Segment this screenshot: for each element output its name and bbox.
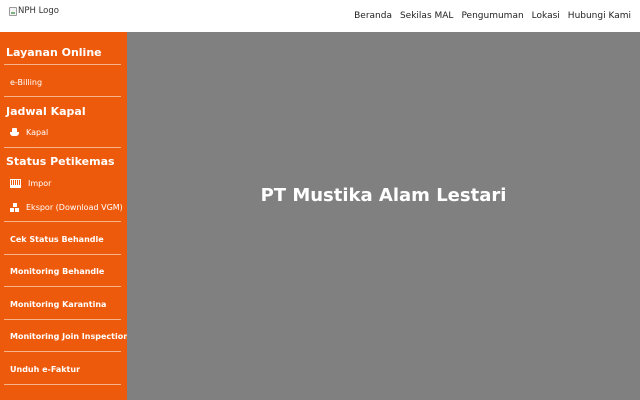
- logo-alt-text: NPH Logo: [18, 6, 59, 16]
- divider: [4, 286, 121, 287]
- divider: [4, 64, 121, 65]
- section-title-layanan-online: Layanan Online: [6, 46, 102, 59]
- nav-sekilas-mal[interactable]: Sekilas MAL: [400, 10, 453, 22]
- sidebar-item-label: Impor: [28, 179, 52, 188]
- section-title-status-petikemas: Status Petikemas: [6, 155, 115, 168]
- section-title-jadwal-kapal: Jadwal Kapal: [6, 105, 86, 118]
- sidebar-item-ekspor[interactable]: Ekspor (Download VGM): [10, 202, 123, 213]
- sidebar-item-kapal[interactable]: Kapal: [10, 127, 48, 138]
- top-header: NPH Logo Beranda Sekilas MAL Pengumuman …: [0, 0, 640, 32]
- nav-hubungi-kami[interactable]: Hubungi Kami: [568, 10, 631, 22]
- sidebar-item-label: e-Billing: [10, 78, 43, 87]
- divider: [4, 221, 121, 222]
- sidebar-item-label: Kapal: [26, 128, 49, 137]
- divider: [4, 351, 121, 352]
- sidebar-item-ebilling[interactable]: e-Billing: [10, 77, 42, 88]
- divider: [4, 319, 121, 320]
- main-nav: Beranda Sekilas MAL Pengumuman Lokasi Hu…: [354, 10, 631, 22]
- sidebar: Layanan Online e-Billing Jadwal Kapal Ka…: [0, 32, 127, 400]
- sidebar-item-monitoring-join-inspection[interactable]: Monitoring Join Inspection: [10, 331, 127, 342]
- sidebar-item-monitoring-behandle[interactable]: Monitoring Behandle: [10, 266, 104, 277]
- boxes-icon: [10, 203, 19, 212]
- ship-icon: [10, 128, 19, 137]
- nav-pengumuman[interactable]: Pengumuman: [461, 10, 523, 22]
- sidebar-item-cek-status-behandle[interactable]: Cek Status Behandle: [10, 234, 104, 245]
- divider: [4, 96, 121, 97]
- page-title: PT Mustika Alam Lestari: [260, 185, 507, 206]
- sidebar-item-impor[interactable]: Impor: [10, 178, 51, 189]
- divider: [4, 384, 121, 385]
- site-logo[interactable]: NPH Logo: [9, 6, 59, 17]
- nav-lokasi[interactable]: Lokasi: [532, 10, 560, 22]
- main-content: PT Mustika Alam Lestari: [127, 32, 640, 400]
- sidebar-item-label: Ekspor (Download VGM): [26, 203, 123, 212]
- divider: [4, 147, 121, 148]
- broken-image-icon: [9, 7, 17, 16]
- divider: [4, 254, 121, 255]
- sidebar-item-monitoring-karantina[interactable]: Monitoring Karantina: [10, 299, 106, 310]
- nav-beranda[interactable]: Beranda: [354, 10, 392, 22]
- sidebar-item-unduh-efaktur[interactable]: Unduh e-Faktur: [10, 364, 80, 375]
- container-crane-icon: [10, 179, 21, 188]
